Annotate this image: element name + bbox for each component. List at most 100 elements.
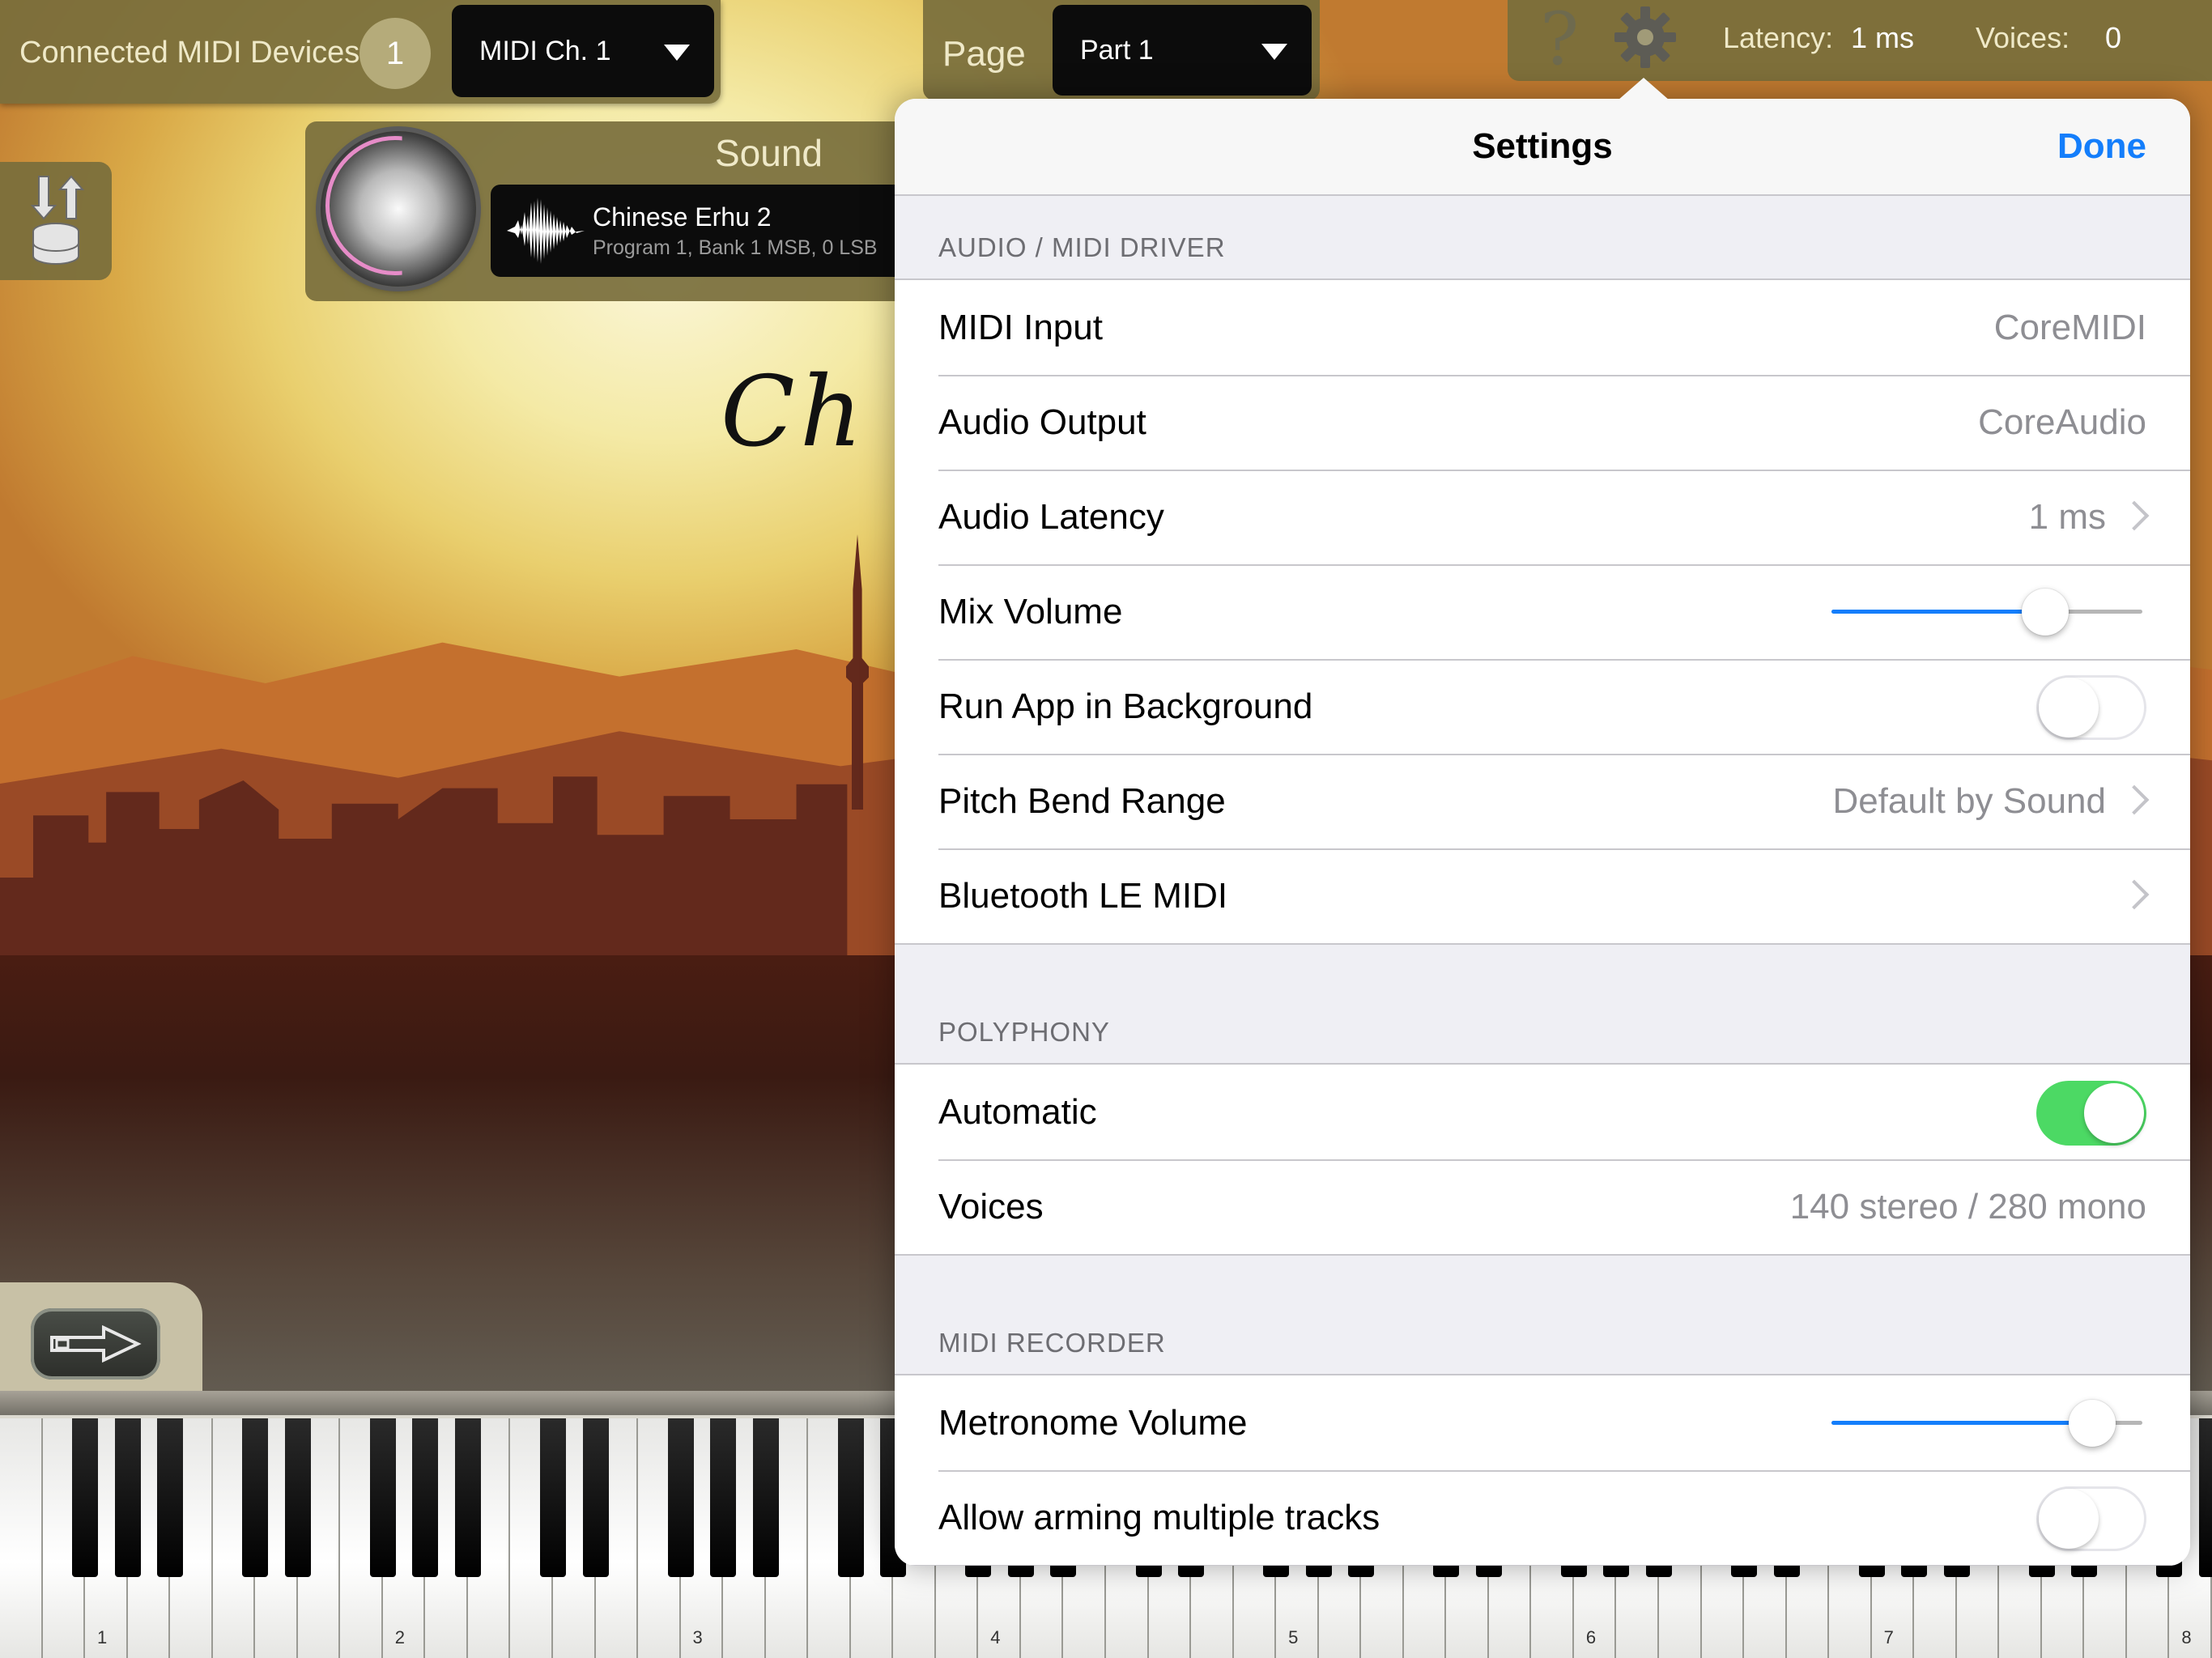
settings-nav-bar: Settings Done [895, 99, 2190, 196]
connected-devices-label: Connected MIDI Devices: [19, 36, 368, 70]
arm-multiple-row: Allow arming multiple tracks [895, 1470, 2190, 1565]
midi-input-value: CoreMIDI [1993, 308, 2146, 347]
slider-thumb[interactable] [2069, 1400, 2116, 1447]
voices-value: 140 stereo / 280 mono [1789, 1187, 2146, 1226]
black-key[interactable] [540, 1418, 566, 1577]
section-header-recorder: MIDI RECORDER [938, 1328, 1166, 1358]
connected-devices-count[interactable]: 1 [359, 18, 431, 89]
audio-output-label: Audio Output [938, 402, 1146, 442]
top-bar-midi: Connected MIDI Devices: 1 MIDI Ch. 1 [0, 0, 721, 104]
octave-label: 4 [990, 1627, 1001, 1647]
black-key[interactable] [837, 1418, 864, 1577]
switch-knob [2084, 1083, 2144, 1143]
dropdown-triangle-icon [664, 45, 690, 61]
sound-name: Chinese Erhu 2 [593, 202, 772, 232]
audio-output-row[interactable]: Audio Output CoreAudio [895, 375, 2190, 470]
driver-group: MIDI Input CoreMIDI Audio Output CoreAud… [895, 278, 2190, 945]
switch-knob [2039, 678, 2099, 738]
midi-input-label: MIDI Input [938, 308, 1103, 347]
black-key[interactable] [242, 1418, 269, 1577]
octave-label: 6 [1585, 1627, 1597, 1647]
metronome-volume-row: Metronome Volume [895, 1375, 2190, 1470]
gear-icon[interactable] [1613, 5, 1678, 70]
black-key[interactable] [72, 1418, 99, 1577]
white-key[interactable] [0, 1418, 43, 1658]
sound-library-icon [30, 175, 84, 265]
audio-output-value: CoreAudio [1978, 402, 2146, 442]
automatic-label: Automatic [938, 1092, 1097, 1132]
black-key[interactable] [157, 1418, 184, 1577]
midi-input-row[interactable]: MIDI Input CoreMIDI [895, 280, 2190, 375]
black-key[interactable] [2199, 1418, 2212, 1577]
automatic-row: Automatic [895, 1065, 2190, 1159]
midi-channel-dropdown[interactable]: MIDI Ch. 1 [452, 5, 714, 97]
black-key[interactable] [710, 1418, 737, 1577]
slider-track-min [1831, 610, 2045, 614]
octave-label: 5 [1288, 1627, 1299, 1647]
slider-thumb[interactable] [2021, 589, 2069, 636]
octave-label: 3 [692, 1627, 703, 1647]
run-background-switch[interactable] [2036, 675, 2146, 740]
popover-arrow [1618, 78, 1670, 100]
bluetooth-midi-label: Bluetooth LE MIDI [938, 876, 1228, 916]
black-key[interactable] [752, 1418, 779, 1577]
arm-multiple-label: Allow arming multiple tracks [938, 1498, 1380, 1537]
settings-title: Settings [1472, 126, 1613, 166]
page-label: Page [942, 34, 1026, 74]
black-key[interactable] [582, 1418, 609, 1577]
automatic-switch[interactable] [2036, 1081, 2146, 1146]
pitch-bend-row[interactable]: Pitch Bend Range Default by Sound [895, 754, 2190, 848]
chevron-right-icon [2119, 784, 2150, 815]
octave-label: 8 [2181, 1627, 2192, 1647]
audio-latency-value: 1 ms [2028, 497, 2106, 537]
latency-value: 1 ms [1851, 21, 1915, 54]
black-key[interactable] [369, 1418, 396, 1577]
black-key[interactable] [284, 1418, 311, 1577]
latency-label: Latency: [1723, 21, 1834, 54]
black-key[interactable] [454, 1418, 481, 1577]
octave-label: 7 [1883, 1627, 1894, 1647]
mix-volume-slider[interactable] [1831, 564, 2142, 659]
waveform-icon [507, 198, 585, 264]
arm-multiple-switch[interactable] [2036, 1486, 2146, 1551]
mix-volume-row: Mix Volume [895, 564, 2190, 659]
voices-label: Voices [938, 1187, 1044, 1226]
metronome-volume-label: Metronome Volume [938, 1403, 1248, 1443]
sound-label: Sound [715, 132, 823, 174]
help-icon[interactable]: ? [1540, 0, 1579, 82]
bluetooth-midi-row[interactable]: Bluetooth LE MIDI [895, 848, 2190, 943]
section-header-driver: AUDIO / MIDI DRIVER [938, 232, 1226, 262]
octave-label: 2 [394, 1627, 406, 1647]
voices-value: 0 [2105, 21, 2122, 54]
dropdown-triangle-icon [1261, 44, 1287, 60]
page-dropdown[interactable]: Part 1 [1053, 5, 1312, 96]
pitch-bend-label: Pitch Bend Range [938, 781, 1226, 821]
metronome-volume-slider[interactable] [1831, 1375, 2142, 1470]
recorder-group: Metronome Volume Allow arming multiple t… [895, 1374, 2190, 1566]
section-header-polyphony: POLYPHONY [938, 1017, 1110, 1047]
slider-track-min [1831, 1421, 2093, 1425]
run-background-label: Run App in Background [938, 687, 1313, 726]
sound-details: Program 1, Bank 1 MSB, 0 LSB [593, 236, 878, 259]
octave-label: 1 [97, 1627, 108, 1647]
page-value: Part 1 [1080, 34, 1154, 66]
top-bar-page: Page Part 1 [923, 0, 1320, 100]
switch-knob [2039, 1489, 2099, 1549]
sound-library-button[interactable] [0, 162, 112, 280]
black-key[interactable] [667, 1418, 694, 1577]
top-bar-status: ? Latency: 1 ms Voices: 0 [1508, 0, 2212, 82]
black-key[interactable] [114, 1418, 141, 1577]
done-button[interactable]: Done [2057, 126, 2146, 167]
voices-label: Voices: [1976, 21, 2070, 54]
instrument-logo: Ch [721, 356, 868, 469]
chevron-right-icon [2119, 500, 2150, 531]
voices-row[interactable]: Voices 140 stereo / 280 mono [895, 1159, 2190, 1254]
chevron-right-icon [2119, 879, 2150, 910]
pitch-bend-value: Default by Sound [1832, 781, 2106, 821]
next-button[interactable] [31, 1308, 160, 1380]
audio-latency-label: Audio Latency [938, 497, 1164, 537]
audio-latency-row[interactable]: Audio Latency 1 ms [895, 470, 2190, 564]
run-background-row: Run App in Background [895, 659, 2190, 754]
polyphony-group: Automatic Voices 140 stereo / 280 mono [895, 1063, 2190, 1256]
black-key[interactable] [412, 1418, 439, 1577]
